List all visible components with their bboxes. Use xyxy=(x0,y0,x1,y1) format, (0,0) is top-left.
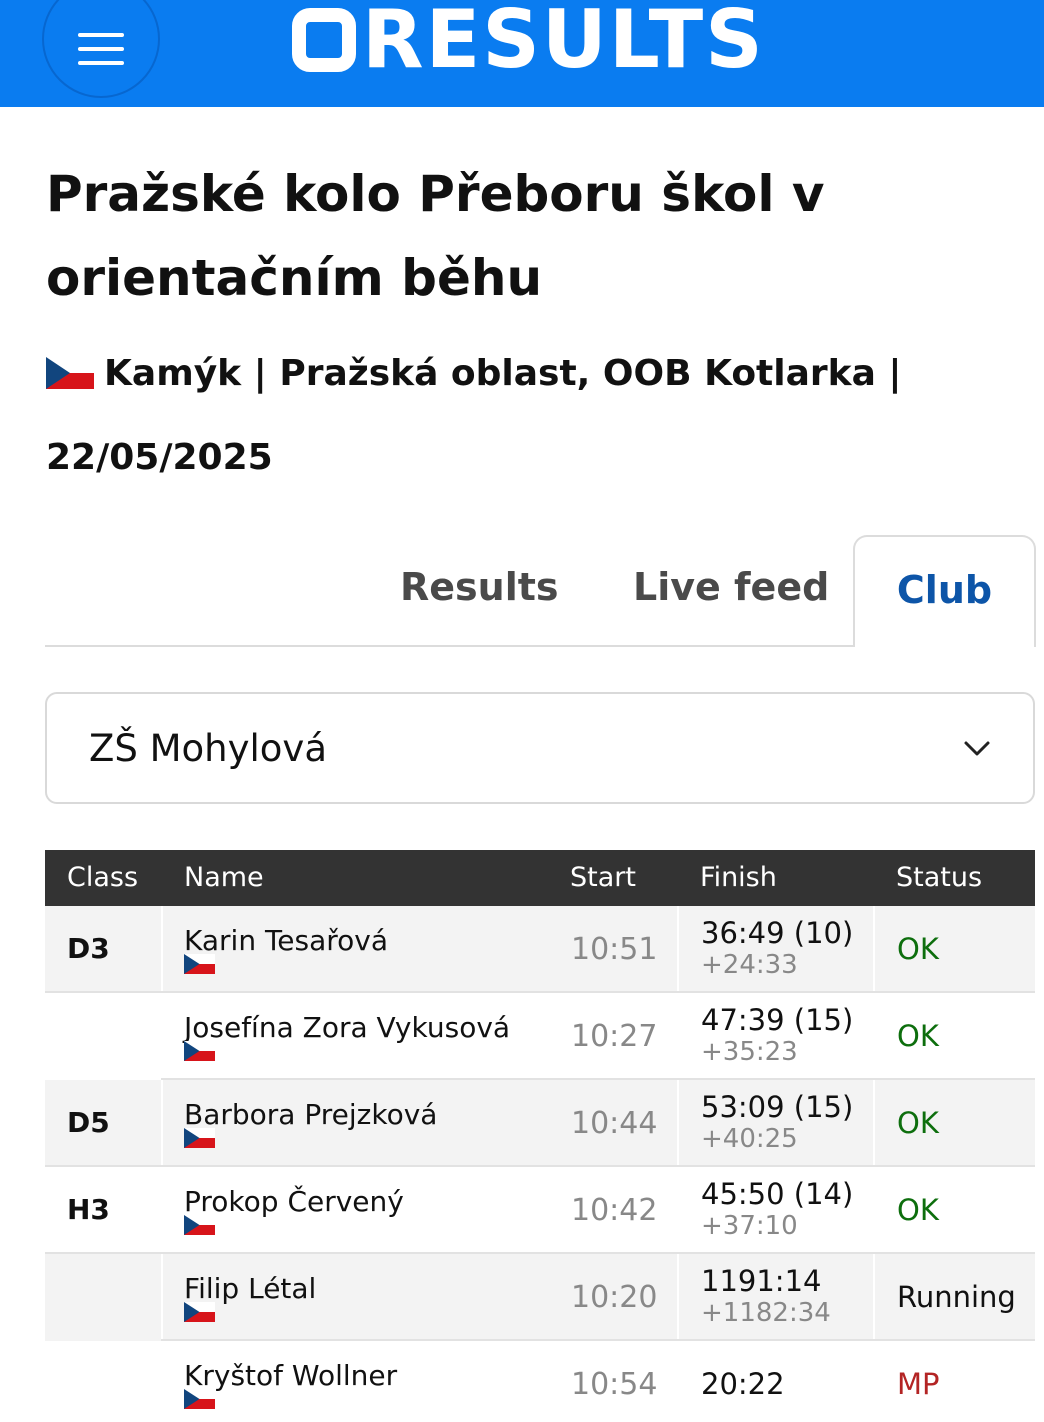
column-divider xyxy=(161,1254,163,1341)
column-divider xyxy=(873,993,875,1080)
menu-button[interactable] xyxy=(42,0,160,98)
finish-time: 45:50 (14) xyxy=(701,1177,854,1211)
status-badge: Running xyxy=(897,1280,1016,1314)
table-row[interactable]: Kryštof Wollner 10:54 20:22 MP xyxy=(45,1341,1035,1422)
column-divider xyxy=(873,1167,875,1254)
column-divider xyxy=(873,906,875,993)
header-status[interactable]: Status xyxy=(896,862,982,893)
status-badge: MP xyxy=(897,1367,940,1401)
column-divider xyxy=(873,1080,875,1167)
results-table: Class Name Start Finish Status D3 Karin T… xyxy=(45,850,1035,1422)
competitor-name[interactable]: Filip Létal xyxy=(184,1272,316,1305)
czech-flag-icon xyxy=(184,1302,215,1322)
status-badge: OK xyxy=(897,932,939,966)
start-time: 10:42 xyxy=(571,1193,658,1228)
tab-club[interactable]: Club xyxy=(853,535,1036,647)
table-row[interactable]: D3 Karin Tesařová 10:51 36:49 (10) +24:33 OK xyxy=(45,906,1035,993)
time-behind: +1182:34 xyxy=(701,1298,831,1328)
column-divider xyxy=(677,1341,679,1422)
column-divider xyxy=(873,1254,875,1341)
czech-flag-icon xyxy=(184,954,215,974)
club-select[interactable]: ZŠ Mohylová xyxy=(45,692,1035,804)
club-select-value: ZŠ Mohylová xyxy=(89,726,327,770)
tab-divider xyxy=(45,645,853,647)
status-badge: OK xyxy=(897,1106,939,1140)
czech-flag-icon xyxy=(184,1389,215,1409)
header-name[interactable]: Name xyxy=(184,862,264,893)
tab-results[interactable]: Results xyxy=(400,565,559,609)
column-divider xyxy=(677,993,679,1080)
column-divider xyxy=(161,1080,163,1167)
time-behind: +24:33 xyxy=(701,950,798,980)
event-location: Kamýk | Pražská oblast, OOB Kotlarka | xyxy=(104,353,902,394)
column-divider xyxy=(161,906,163,993)
column-divider xyxy=(873,1341,875,1422)
chevron-down-icon xyxy=(964,741,990,756)
time-behind: +37:10 xyxy=(701,1211,798,1241)
column-divider xyxy=(677,1254,679,1341)
start-time: 10:54 xyxy=(571,1367,658,1402)
competitor-name[interactable]: Karin Tesařová xyxy=(184,924,388,957)
finish-time: 1191:14 xyxy=(701,1264,822,1298)
class-cell: H3 xyxy=(67,1193,110,1226)
table-header: Class Name Start Finish Status xyxy=(45,850,1035,906)
start-time: 10:20 xyxy=(571,1280,658,1315)
tab-bar: Results Live feed Club xyxy=(45,535,1036,647)
start-time: 10:27 xyxy=(571,1019,658,1054)
class-cell: D5 xyxy=(67,1106,110,1139)
czech-flag-icon xyxy=(184,1128,215,1148)
header-start[interactable]: Start xyxy=(570,862,636,893)
czech-flag-icon xyxy=(184,1041,215,1061)
logo[interactable]: RESULTS xyxy=(292,0,765,80)
column-divider xyxy=(161,993,163,1080)
event-title: Pražské kolo Přeboru škol v orientačním … xyxy=(46,165,825,307)
start-time: 10:44 xyxy=(571,1106,658,1141)
header-finish[interactable]: Finish xyxy=(700,862,777,893)
time-behind: +40:25 xyxy=(701,1124,798,1154)
column-divider xyxy=(161,1341,163,1422)
finish-time: 53:09 (15) xyxy=(701,1090,854,1124)
hamburger-icon xyxy=(78,33,124,65)
table-row[interactable]: Filip Létal 10:20 1191:14 +1182:34 Running xyxy=(45,1254,1035,1341)
status-badge: OK xyxy=(897,1193,939,1227)
czech-flag-icon xyxy=(46,357,94,389)
logo-text: RESULTS xyxy=(362,0,765,86)
logo-o-mark xyxy=(292,8,356,72)
start-time: 10:51 xyxy=(571,932,658,967)
competitor-name[interactable]: Kryštof Wollner xyxy=(184,1359,397,1392)
finish-time: 20:22 xyxy=(701,1367,785,1401)
competitor-name[interactable]: Prokop Červený xyxy=(184,1185,404,1218)
header-class[interactable]: Class xyxy=(67,862,138,893)
czech-flag-icon xyxy=(184,1215,215,1235)
finish-time: 36:49 (10) xyxy=(701,916,854,950)
competitor-name[interactable]: Josefína Zora Vykusová xyxy=(184,1011,510,1044)
column-divider xyxy=(677,906,679,993)
column-divider xyxy=(677,1167,679,1254)
tab-live-feed[interactable]: Live feed xyxy=(633,565,829,609)
status-badge: OK xyxy=(897,1019,939,1053)
column-divider xyxy=(161,1167,163,1254)
class-cell: D3 xyxy=(67,932,110,965)
table-row[interactable]: D5 Barbora Prejzková 10:44 53:09 (15) +40:25… xyxy=(45,1080,1035,1167)
table-row[interactable]: H3 Prokop Červený 10:42 45:50 (14) +37:10 OK xyxy=(45,1167,1035,1254)
event-meta: Kamýk | Pražská oblast, OOB Kotlarka | 2… xyxy=(46,332,1006,500)
top-bar: RESULTS xyxy=(0,0,1044,107)
table-row[interactable]: Josefína Zora Vykusová 10:27 47:39 (15) +35… xyxy=(45,993,1035,1080)
column-divider xyxy=(677,1080,679,1167)
competitor-name[interactable]: Barbora Prejzková xyxy=(184,1098,437,1131)
event-date: 22/05/2025 xyxy=(46,437,273,478)
table-body: D3 Karin Tesařová 10:51 36:49 (10) +24:33 OK J… xyxy=(45,906,1035,1422)
finish-time: 47:39 (15) xyxy=(701,1003,854,1037)
time-behind: +35:23 xyxy=(701,1037,798,1067)
